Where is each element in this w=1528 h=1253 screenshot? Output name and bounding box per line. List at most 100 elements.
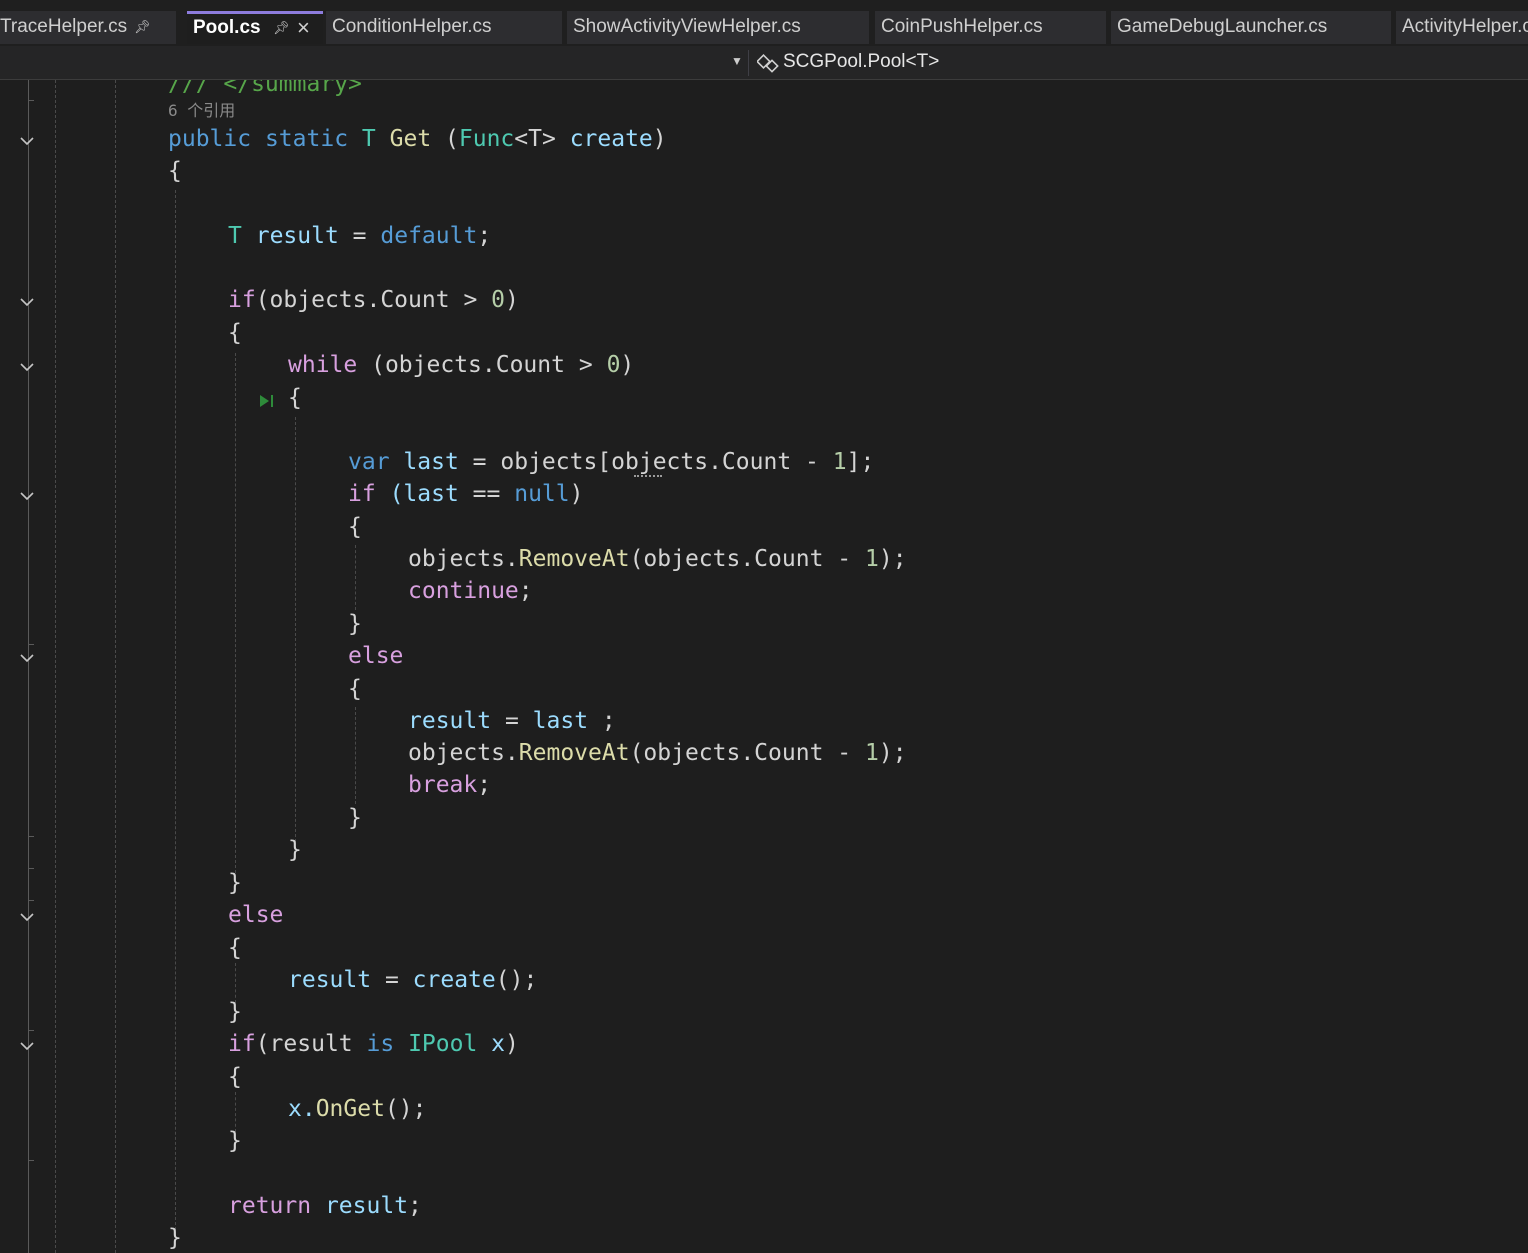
code-line[interactable]: }	[228, 1126, 242, 1156]
code-editor[interactable]: /// </summary> 6 个引用 public static T Get…	[0, 80, 1528, 1253]
token: last	[532, 708, 589, 734]
outline-tick	[28, 836, 34, 837]
tab-pool[interactable]: Pool.cs 📌︎ ×	[187, 11, 323, 44]
chevron-down-icon[interactable]: ▼	[731, 54, 743, 68]
code-line[interactable]: public static T Get (Func<T> create)	[168, 124, 667, 154]
token: {	[348, 676, 362, 702]
token: x.	[288, 1096, 316, 1122]
token: =	[504, 708, 519, 734]
code-line[interactable]: T result = default;	[228, 221, 491, 251]
token: >	[578, 352, 593, 378]
code-line[interactable]: {	[288, 383, 302, 413]
code-line[interactable]: }	[168, 1223, 182, 1253]
token: ;	[518, 578, 533, 604]
token: objects.	[408, 740, 519, 766]
fold-chevron-icon[interactable]	[18, 488, 36, 504]
token: OnGet	[315, 1096, 385, 1122]
code-line[interactable]: if(objects.Count > 0)	[228, 285, 519, 315]
token: =	[472, 449, 487, 475]
fold-chevron-icon[interactable]	[18, 650, 36, 666]
token: if	[228, 287, 256, 313]
token: {	[228, 320, 242, 346]
step-over-icon[interactable]	[258, 392, 276, 410]
code-line[interactable]: result = create();	[288, 965, 537, 995]
close-icon[interactable]: ×	[297, 14, 310, 42]
token: }	[348, 611, 362, 637]
code-line[interactable]: objects.RemoveAt(objects.Count - 1);	[408, 738, 907, 768]
token: >	[463, 287, 478, 313]
code-line[interactable]: if(result is IPool x)	[228, 1029, 519, 1059]
fold-chevron-icon[interactable]	[18, 294, 36, 310]
token: (result	[255, 1031, 353, 1057]
token: }	[288, 837, 302, 863]
indent-guide	[355, 707, 356, 804]
tab-activityhelper[interactable]: ActivityHelper.cs	[1396, 11, 1528, 44]
token: else	[228, 902, 284, 928]
token: );	[878, 546, 907, 572]
code-line[interactable]: /// </summary>	[168, 80, 362, 99]
token: ];	[846, 449, 875, 475]
fold-chevron-icon[interactable]	[18, 359, 36, 375]
code-line[interactable]: }	[288, 835, 302, 865]
fold-chevron-icon[interactable]	[18, 909, 36, 925]
tab-label: TraceHelper.cs	[0, 16, 128, 37]
code-line[interactable]: return result;	[228, 1191, 422, 1221]
code-line[interactable]: }	[228, 997, 242, 1027]
token: 1	[865, 740, 879, 766]
code-line[interactable]: {	[168, 156, 182, 186]
code-line[interactable]: else	[348, 641, 403, 671]
tab-showactivityviewhelper[interactable]: ShowActivityViewHelper.cs	[567, 11, 869, 44]
code-line[interactable]: else	[228, 900, 283, 930]
outline-tick	[28, 1030, 34, 1031]
token: -	[837, 546, 852, 572]
code-line[interactable]: }	[228, 868, 242, 898]
tab-coinpushhelper[interactable]: CoinPushHelper.cs	[875, 11, 1106, 44]
tab-gamedebuglauncher[interactable]: GameDebugLauncher.cs	[1111, 11, 1391, 44]
indent-guide	[55, 80, 56, 1253]
code-line[interactable]: var last = objects[objects.Count - 1];	[348, 447, 874, 477]
token: )	[652, 126, 667, 152]
code-line[interactable]: }	[348, 803, 362, 833]
pin-icon[interactable]: 📌︎	[273, 14, 290, 42]
code-line[interactable]: {	[228, 1062, 242, 1092]
token: result	[408, 708, 492, 734]
code-line[interactable]: }	[348, 609, 362, 639]
code-line[interactable]: while (objects.Count > 0)	[288, 350, 634, 380]
code-line[interactable]: {	[348, 674, 362, 704]
outline-tick	[28, 900, 34, 901]
token: }	[228, 999, 242, 1025]
code-line[interactable]: if (last == null)	[348, 479, 583, 509]
outline-tick	[28, 644, 34, 645]
code-line[interactable]: continue;	[408, 576, 533, 606]
token: last	[403, 449, 459, 475]
fold-chevron-icon[interactable]	[18, 1038, 36, 1054]
token: ;	[477, 223, 492, 249]
pin-icon[interactable]: 📌︎	[134, 11, 151, 42]
tab-conditionhelper[interactable]: ConditionHelper.cs	[326, 11, 562, 44]
tab-tracehelper[interactable]: TraceHelper.cs 📌︎	[0, 11, 176, 44]
token: (objects.Count	[629, 546, 824, 572]
tab-label: CoinPushHelper.cs	[881, 16, 1043, 37]
token: ;	[477, 772, 492, 798]
code-line[interactable]: result = last ;	[408, 706, 616, 736]
indent-guide	[355, 545, 356, 610]
code-line[interactable]: {	[228, 933, 242, 963]
fold-chevron-icon[interactable]	[18, 133, 36, 149]
member-dropdown[interactable]: SCGPool.Pool<T>	[783, 51, 939, 73]
token: =	[384, 967, 399, 993]
token: {	[168, 158, 182, 184]
token: );	[878, 740, 907, 766]
code-line[interactable]: objects.RemoveAt(objects.Count - 1);	[408, 544, 907, 574]
token: (objects.Count	[629, 740, 824, 766]
references-codelens[interactable]: 6 个引用	[168, 101, 235, 121]
code-line[interactable]: break;	[408, 770, 491, 800]
token: T	[361, 126, 376, 152]
document-tab-bar: TraceHelper.cs 📌︎ Pool.cs 📌︎ × Condition…	[0, 0, 1528, 46]
code-line[interactable]: {	[228, 318, 242, 348]
code-line[interactable]: x.OnGet();	[288, 1094, 427, 1124]
indent-guide	[295, 417, 296, 842]
token: Get	[389, 126, 432, 152]
token: static	[264, 126, 349, 152]
token: (objects.Count	[371, 352, 565, 378]
code-line[interactable]: {	[348, 512, 362, 542]
